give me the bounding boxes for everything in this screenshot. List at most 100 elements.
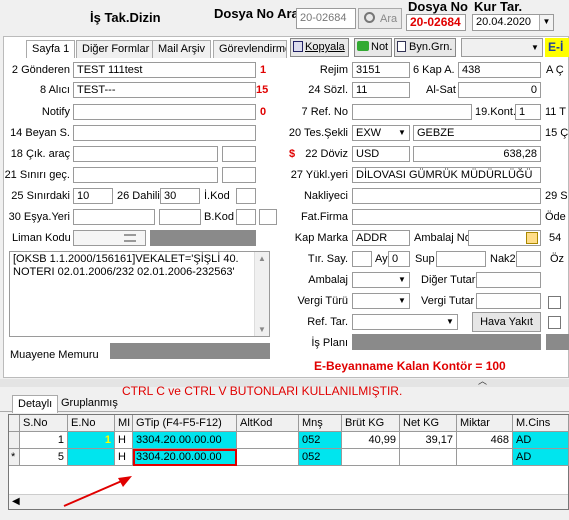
doviz-input[interactable]: USD	[352, 146, 410, 162]
bkod-input[interactable]	[236, 209, 256, 225]
rejim-input[interactable]: 3151	[352, 62, 410, 78]
gonderen-input[interactable]: TEST 111test	[73, 62, 256, 78]
cell-net[interactable]: 39,17	[400, 432, 457, 449]
tes-sekli-select[interactable]: EXW ▼	[352, 125, 410, 141]
liman-input[interactable]	[73, 230, 146, 246]
doviz-amount-input[interactable]: 638,28	[413, 146, 541, 162]
tab-gorevlendirme[interactable]: Görevlendirme	[213, 40, 287, 58]
kopyala-button[interactable]: Kopyala	[290, 38, 349, 57]
yukl-input[interactable]: DİLOVASI GÜMRÜK MÜDÜRLÜĞÜ	[352, 167, 541, 183]
sinir-gec-input-2[interactable]	[222, 167, 256, 183]
col-header-net[interactable]: Net KG	[400, 415, 457, 432]
cell-mcins[interactable]: AD	[513, 432, 569, 449]
alici-input[interactable]: TEST---	[73, 82, 256, 98]
col-header-brut[interactable]: Brüt KG	[342, 415, 400, 432]
toolbar-dropdown[interactable]: ▼	[461, 38, 543, 57]
cell-altkod[interactable]	[237, 432, 299, 449]
hava-yakit-button[interactable]: Hava Yakıt	[472, 312, 541, 332]
tes-place-input[interactable]: GEBZE	[413, 125, 541, 141]
col-header-altkod[interactable]: AltKod	[237, 415, 299, 432]
cell-gtip-selected[interactable]: 3304.20.00.00.00	[133, 449, 237, 466]
col-header-miktar[interactable]: Miktar	[457, 415, 513, 432]
beyan-input[interactable]	[73, 125, 256, 141]
tab-sayfa-1[interactable]: Sayfa 1	[26, 40, 76, 58]
sup-input[interactable]	[436, 251, 486, 267]
cik-arac-input-2[interactable]	[222, 146, 256, 162]
cell-sno[interactable]: 1	[20, 432, 68, 449]
esya-yeri-input[interactable]	[73, 209, 155, 225]
cell-eno[interactable]	[68, 449, 115, 466]
diger-tutar-input[interactable]	[476, 272, 541, 288]
cell-mcins[interactable]: AD	[513, 449, 569, 466]
cell-sno[interactable]: 5	[20, 449, 68, 466]
kap-marka-input[interactable]: ADDR	[352, 230, 410, 246]
byn-grn-button[interactable]: Byn.Grn.	[394, 38, 457, 57]
tab-diger-formlar[interactable]: Diğer Formlar	[76, 40, 156, 58]
note-textarea[interactable]: [OKSB 1.1.2000/156161]VEKALET='ŞİŞLİ 40.…	[9, 251, 270, 337]
cell-eno[interactable]: 1	[68, 432, 115, 449]
cell-miktar[interactable]: 468	[457, 432, 513, 449]
nak2-input[interactable]	[516, 251, 541, 267]
ay-input[interactable]: 0	[388, 251, 410, 267]
ambalaj-select[interactable]: ▼	[352, 272, 410, 288]
checkbox-1[interactable]	[548, 296, 561, 309]
note-scrollbar[interactable]: ▲ ▼	[254, 252, 269, 336]
sinir-gec-input[interactable]	[73, 167, 218, 183]
cell-miktar[interactable]	[457, 449, 513, 466]
bkod-input-2[interactable]	[259, 209, 277, 225]
cell-mi[interactable]: H	[115, 449, 133, 466]
ref-tar-select[interactable]: ▼	[352, 314, 458, 330]
chevron-down-icon[interactable]: ▼	[395, 126, 409, 140]
esya-yeri-input-2[interactable]	[159, 209, 201, 225]
nakliyeci-input[interactable]	[352, 188, 541, 204]
checkbox-2[interactable]	[548, 316, 561, 329]
tab-detayli[interactable]: Detaylı	[12, 395, 59, 413]
cell-brut[interactable]	[342, 449, 400, 466]
kap-a-input[interactable]: 438	[458, 62, 541, 78]
fat-firma-input[interactable]	[352, 209, 541, 225]
col-header-sno[interactable]: S.No	[20, 415, 68, 432]
scroll-left-icon[interactable]: ◀	[12, 496, 20, 507]
al-sat-input[interactable]: 0	[458, 82, 541, 98]
cell-brut[interactable]: 40,99	[342, 432, 400, 449]
ambalaj-no-input[interactable]	[468, 230, 541, 246]
scroll-down-icon[interactable]: ▼	[258, 325, 266, 334]
ikod-input[interactable]	[236, 188, 256, 204]
cik-arac-input[interactable]	[73, 146, 218, 162]
kur-tar-input[interactable]: 20.04.2020 ▼	[472, 14, 554, 31]
tab-mail-arsiv[interactable]: Mail Arşiv	[152, 40, 212, 58]
col-header-mcins[interactable]: M.Cins	[513, 415, 569, 432]
chevron-down-icon[interactable]: ▼	[528, 39, 542, 56]
chevron-down-icon[interactable]: ▼	[539, 15, 553, 30]
notify-input[interactable]	[73, 104, 256, 120]
not-button[interactable]: Not	[354, 38, 393, 57]
tir-say-input[interactable]	[352, 251, 372, 267]
col-header-eno[interactable]: E.No	[68, 415, 115, 432]
cell-gtip[interactable]: 3304.20.00.00.00	[133, 432, 237, 449]
chevron-down-icon[interactable]: ▼	[395, 294, 409, 308]
vergi-tutar-input[interactable]	[476, 293, 541, 309]
dosya-no-ara-input[interactable]: 20-02684	[296, 8, 356, 29]
kont-input[interactable]: 1	[515, 104, 541, 120]
chevron-down-icon[interactable]: ▼	[443, 315, 457, 329]
ref-no-input[interactable]	[352, 104, 472, 120]
vergi-turu-select[interactable]: ▼	[352, 293, 410, 309]
cell-mns[interactable]: 052	[299, 449, 342, 466]
col-header-gtip[interactable]: GTip (F4-F5-F12)	[133, 415, 237, 432]
cell-net[interactable]	[400, 449, 457, 466]
col-header-mi[interactable]: MI	[115, 415, 133, 432]
cell-mns[interactable]: 052	[299, 432, 342, 449]
row-indicator[interactable]	[9, 432, 20, 449]
chevron-up-icon[interactable]: ︿	[478, 374, 487, 387]
cell-altkod[interactable]	[237, 449, 299, 466]
edit-icon[interactable]	[526, 232, 538, 244]
cell-mi[interactable]: H	[115, 432, 133, 449]
col-header-mns[interactable]: Mnş	[299, 415, 342, 432]
tab-gruplanmis[interactable]: Gruplanmış	[56, 395, 123, 413]
sozl-input[interactable]: 11	[352, 82, 410, 98]
ara-button[interactable]: Ara	[358, 8, 402, 29]
row-indicator[interactable]: *	[9, 449, 20, 466]
list-icon[interactable]	[124, 234, 136, 242]
dahili-input[interactable]: 30	[160, 188, 200, 204]
sinirdaki-input[interactable]: 10	[73, 188, 113, 204]
